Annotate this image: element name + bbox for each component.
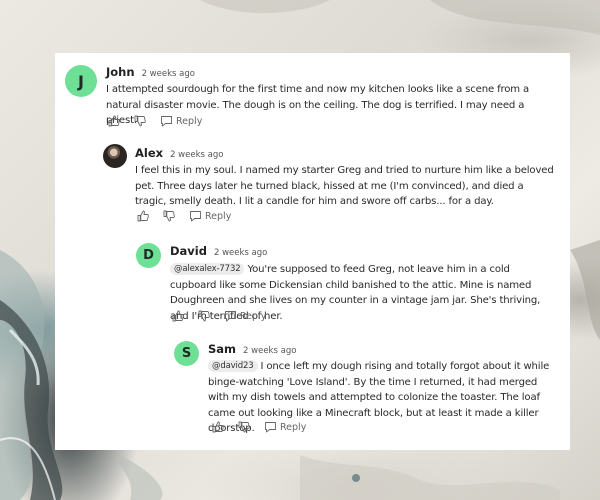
thumbs-up-icon — [212, 421, 224, 433]
comment-author[interactable]: Alex — [135, 146, 163, 160]
avatar-initial: D — [143, 248, 154, 263]
speech-bubble-icon — [225, 311, 236, 322]
reply-button[interactable]: Reply — [264, 421, 306, 433]
avatar[interactable] — [103, 144, 127, 168]
downvote-button[interactable] — [238, 421, 250, 433]
comment-timestamp: 2 weeks ago — [141, 69, 195, 79]
thumbs-down-icon — [134, 115, 146, 127]
avatar-initial: S — [181, 346, 192, 361]
thumbs-down-icon — [163, 210, 175, 222]
comment-timestamp: 2 weeks ago — [243, 346, 297, 356]
comment-text: I feel this in my soul. I named my start… — [135, 165, 554, 207]
speech-bubble-icon — [190, 211, 201, 222]
comment-actions: Reply — [172, 310, 266, 322]
comment-author[interactable]: David — [170, 244, 207, 258]
reply-label: Reply — [280, 421, 307, 433]
comment-john: J John 2 weeks ago I attempted sourdough… — [65, 63, 556, 133]
comment-author[interactable]: John — [106, 65, 135, 79]
mention-tag[interactable]: @alexalex-7732 — [170, 263, 245, 275]
comment-david: D David 2 weeks ago @alexalex-7732 You're… — [136, 242, 556, 327]
reply-button[interactable]: Reply — [160, 115, 202, 127]
downvote-button[interactable] — [134, 115, 146, 127]
mention-tag[interactable]: @david23 — [208, 360, 258, 372]
upvote-button[interactable] — [137, 210, 149, 222]
comment-thread-card: J John 2 weeks ago I attempted sourdough… — [55, 53, 570, 450]
upvote-button[interactable] — [212, 421, 224, 433]
comment-timestamp: 2 weeks ago — [213, 248, 268, 258]
comment-alex: Alex 2 weeks ago I feel this in my soul.… — [103, 144, 556, 229]
reply-label: Reply — [240, 310, 267, 322]
reply-label: Reply — [176, 115, 203, 127]
thumbs-down-icon — [198, 310, 210, 322]
thumbs-up-icon — [137, 210, 149, 222]
speech-bubble-icon — [265, 422, 276, 433]
upvote-button[interactable] — [108, 115, 120, 127]
comment-actions: Reply — [212, 421, 306, 433]
thumbs-up-icon — [108, 115, 120, 127]
thumbs-down-icon — [238, 421, 250, 433]
reply-label: Reply — [205, 210, 232, 222]
avatar[interactable]: D — [136, 243, 161, 268]
comment-actions: Reply — [108, 115, 202, 127]
comment-actions: Reply — [137, 210, 231, 222]
reply-button[interactable]: Reply — [189, 210, 231, 222]
avatar-initial: J — [78, 71, 84, 91]
comment-sam: S Sam 2 weeks ago @david23 I once left my… — [174, 340, 556, 440]
speech-bubble-icon — [161, 116, 172, 127]
downvote-button[interactable] — [163, 210, 175, 222]
comment-author[interactable]: Sam — [208, 342, 236, 356]
reply-button[interactable]: Reply — [224, 310, 266, 322]
upvote-button[interactable] — [172, 310, 184, 322]
avatar[interactable]: J — [65, 65, 97, 97]
comment-timestamp: 2 weeks ago — [170, 150, 224, 160]
avatar[interactable]: S — [174, 341, 199, 366]
thumbs-up-icon — [172, 310, 184, 322]
downvote-button[interactable] — [198, 310, 210, 322]
